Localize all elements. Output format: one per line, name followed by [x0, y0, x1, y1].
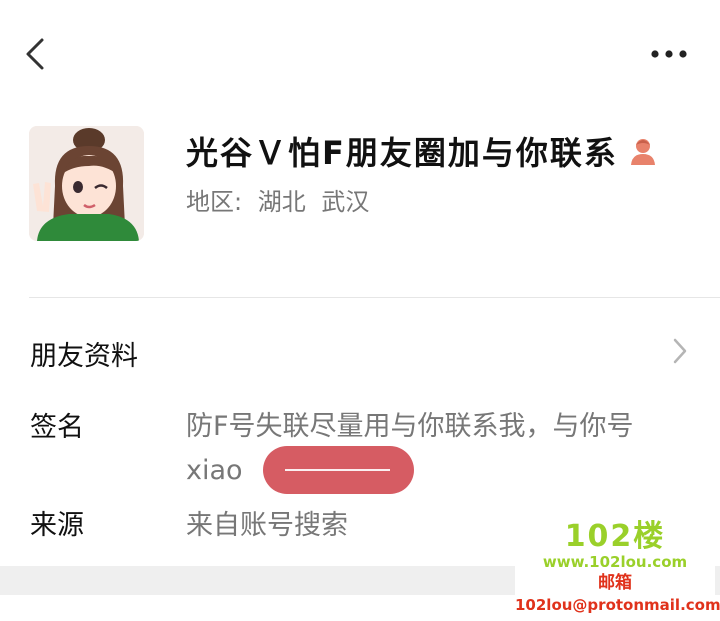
signature-label: 签名	[30, 412, 84, 443]
nickname: 光谷Ｖ怕F朋友圈加与你联系	[186, 134, 618, 172]
region-city: 武汉	[321, 188, 370, 216]
avatar[interactable]	[29, 126, 144, 241]
source-label: 来源	[30, 510, 84, 541]
divider	[29, 297, 720, 298]
nickname-row: 光谷Ｖ怕F朋友圈加与你联系	[186, 126, 658, 176]
region: 地区: 湖北 武汉	[186, 182, 377, 217]
region-label: 地区:	[186, 188, 243, 216]
back-icon[interactable]	[18, 34, 54, 74]
female-gender-icon	[628, 136, 658, 166]
watermark-title: 102楼	[564, 519, 666, 554]
watermark-mail: 102lou@protonmail.com	[515, 596, 720, 614]
top-bar	[0, 0, 720, 110]
signature-value: 防F号失联尽量用与你联系我，与你号xiao	[186, 411, 634, 486]
more-icon[interactable]	[644, 40, 694, 68]
watermark-mail-label: 邮箱	[598, 573, 632, 593]
watermark-url: www.102lou.com	[542, 553, 688, 571]
redaction-overlay	[263, 446, 414, 494]
source-value: 来自账号搜索	[186, 510, 348, 541]
watermark: 102楼 www.102lou.com 邮箱 102lou@protonmail…	[515, 519, 720, 621]
region-province: 湖北	[257, 188, 306, 216]
friend-info-row[interactable]: 朋友资料	[30, 334, 138, 373]
chevron-right-icon[interactable]	[670, 336, 690, 366]
